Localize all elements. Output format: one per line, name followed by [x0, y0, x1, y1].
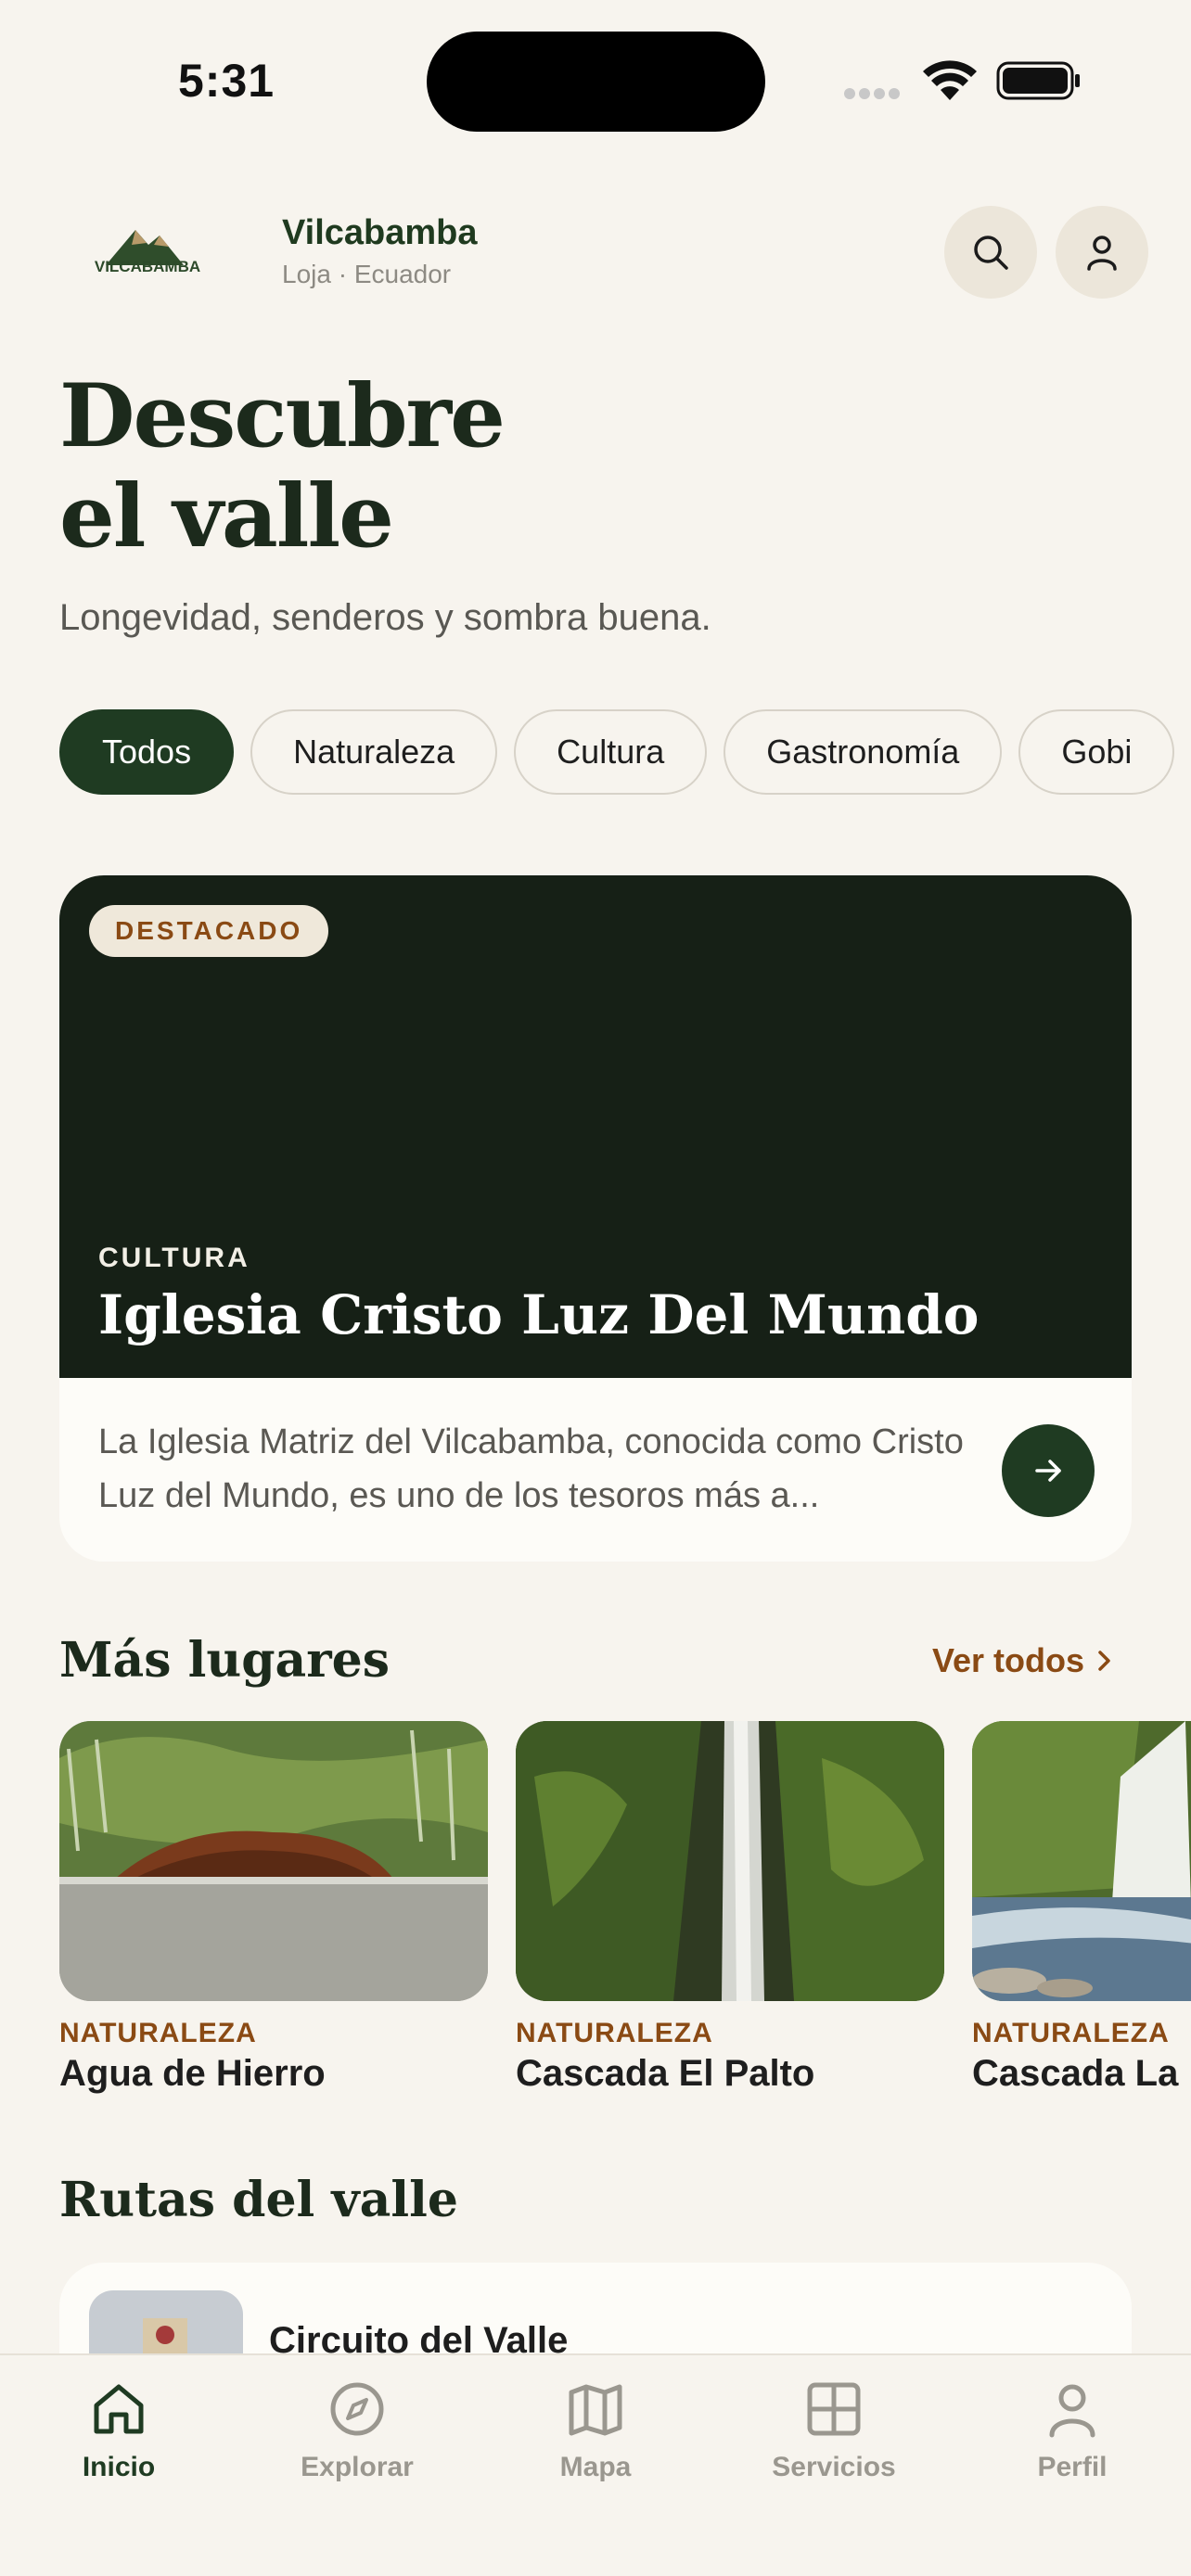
chip-todos[interactable]: Todos: [59, 709, 235, 795]
routes-heading: Rutas del valle: [59, 2172, 458, 2228]
places-carousel[interactable]: NATURALEZA Agua de Hierro NATURALEZA Cas…: [59, 1721, 1191, 2111]
place-category: NATURALEZA: [972, 2018, 1170, 2048]
user-icon: [1087, 236, 1117, 271]
app-location: Loja · Ecuador: [282, 260, 452, 288]
place-image-cascada-la: [972, 1721, 1191, 2001]
place-card[interactable]: NATURALEZA Cascada El Palto: [516, 1721, 944, 2095]
status-time: 5:31: [178, 55, 275, 107]
place-name: Agua de Hierro: [59, 2053, 326, 2094]
tab-label: Explorar: [301, 2452, 414, 2482]
home-icon: [94, 2384, 144, 2434]
tab-mapa[interactable]: Mapa: [512, 2379, 679, 2483]
search-icon: [974, 236, 1008, 270]
tab-label: Servicios: [772, 2452, 896, 2482]
app-header: VILCABAMBA Vilcabamba Loja · Ecuador: [59, 195, 1150, 306]
see-all-label: Ver todos: [932, 1641, 1085, 1679]
logo-text: VILCABAMBA: [94, 258, 201, 275]
featured-image-area: DESTACADO CULTURA Iglesia Cristo Luz Del…: [59, 875, 1132, 1378]
bottom-tab-bar: Inicio Explorar Mapa Servicios Perfil: [0, 2353, 1191, 2576]
place-card[interactable]: NATURALEZA Cascada La I: [972, 1721, 1191, 2095]
see-all-link[interactable]: Ver todos: [932, 1641, 1114, 1680]
tab-perfil[interactable]: Perfil: [989, 2379, 1156, 2483]
category-filter-chips: Todos Naturaleza Cultura Gastronomía Gobi: [59, 709, 1191, 795]
place-image-cascada-el-palto: [516, 1721, 944, 2001]
featured-description: La Iglesia Matriz del Vilcabamba, conoci…: [98, 1422, 964, 1515]
chevron-right-icon: [1098, 1651, 1110, 1671]
tab-inicio[interactable]: Inicio: [35, 2379, 202, 2483]
page-subtitle: Longevidad, senderos y sombra buena.: [59, 597, 711, 638]
tab-label: Perfil: [1037, 2452, 1108, 2482]
page-title: Descubre el valle: [59, 365, 506, 567]
place-card[interactable]: NATURALEZA Agua de Hierro: [59, 1721, 488, 2095]
battery-icon: [996, 61, 1080, 100]
place-category: NATURALEZA: [59, 2018, 257, 2048]
search-button[interactable]: [944, 206, 1037, 299]
arrow-right-icon: [1035, 1460, 1061, 1482]
tab-explorar[interactable]: Explorar: [274, 2379, 441, 2483]
page-title-line2: el valle: [59, 465, 394, 567]
featured-category: CULTURA: [98, 1243, 250, 1273]
place-image-agua-de-hierro: [59, 1721, 488, 2001]
chip-naturaleza[interactable]: Naturaleza: [250, 709, 498, 795]
more-places-heading: Más lugares: [59, 1632, 391, 1689]
page-title-line1: Descubre: [59, 365, 506, 467]
featured-card[interactable]: DESTACADO CULTURA Iglesia Cristo Luz Del…: [59, 875, 1132, 1562]
cellular-signal-icon: [844, 87, 905, 99]
wifi-icon: [923, 60, 977, 100]
place-name: Cascada El Palto: [516, 2053, 815, 2094]
map-icon: [569, 2384, 622, 2436]
tab-label: Inicio: [82, 2452, 156, 2482]
app-title: Vilcabamba: [282, 213, 478, 252]
dynamic-island: [427, 32, 765, 132]
status-bar: 5:31: [0, 0, 1191, 148]
featured-badge: DESTACADO: [89, 905, 329, 957]
featured-title: Iglesia Cristo Luz Del Mundo: [98, 1283, 980, 1346]
chip-cultura[interactable]: Cultura: [514, 709, 708, 795]
profile-button[interactable]: [1056, 206, 1148, 299]
tab-label: Mapa: [559, 2452, 632, 2482]
compass-icon: [330, 2382, 384, 2436]
place-category: NATURALEZA: [516, 2018, 713, 2048]
featured-open-button[interactable]: [1002, 1424, 1095, 1517]
grid-icon: [807, 2382, 861, 2436]
person-icon: [1049, 2384, 1095, 2438]
tab-servicios[interactable]: Servicios: [750, 2379, 917, 2483]
chip-gobierno[interactable]: Gobi: [1018, 709, 1175, 795]
place-name: Cascada La I: [972, 2053, 1191, 2094]
chip-gastronomia[interactable]: Gastronomía: [724, 709, 1003, 795]
